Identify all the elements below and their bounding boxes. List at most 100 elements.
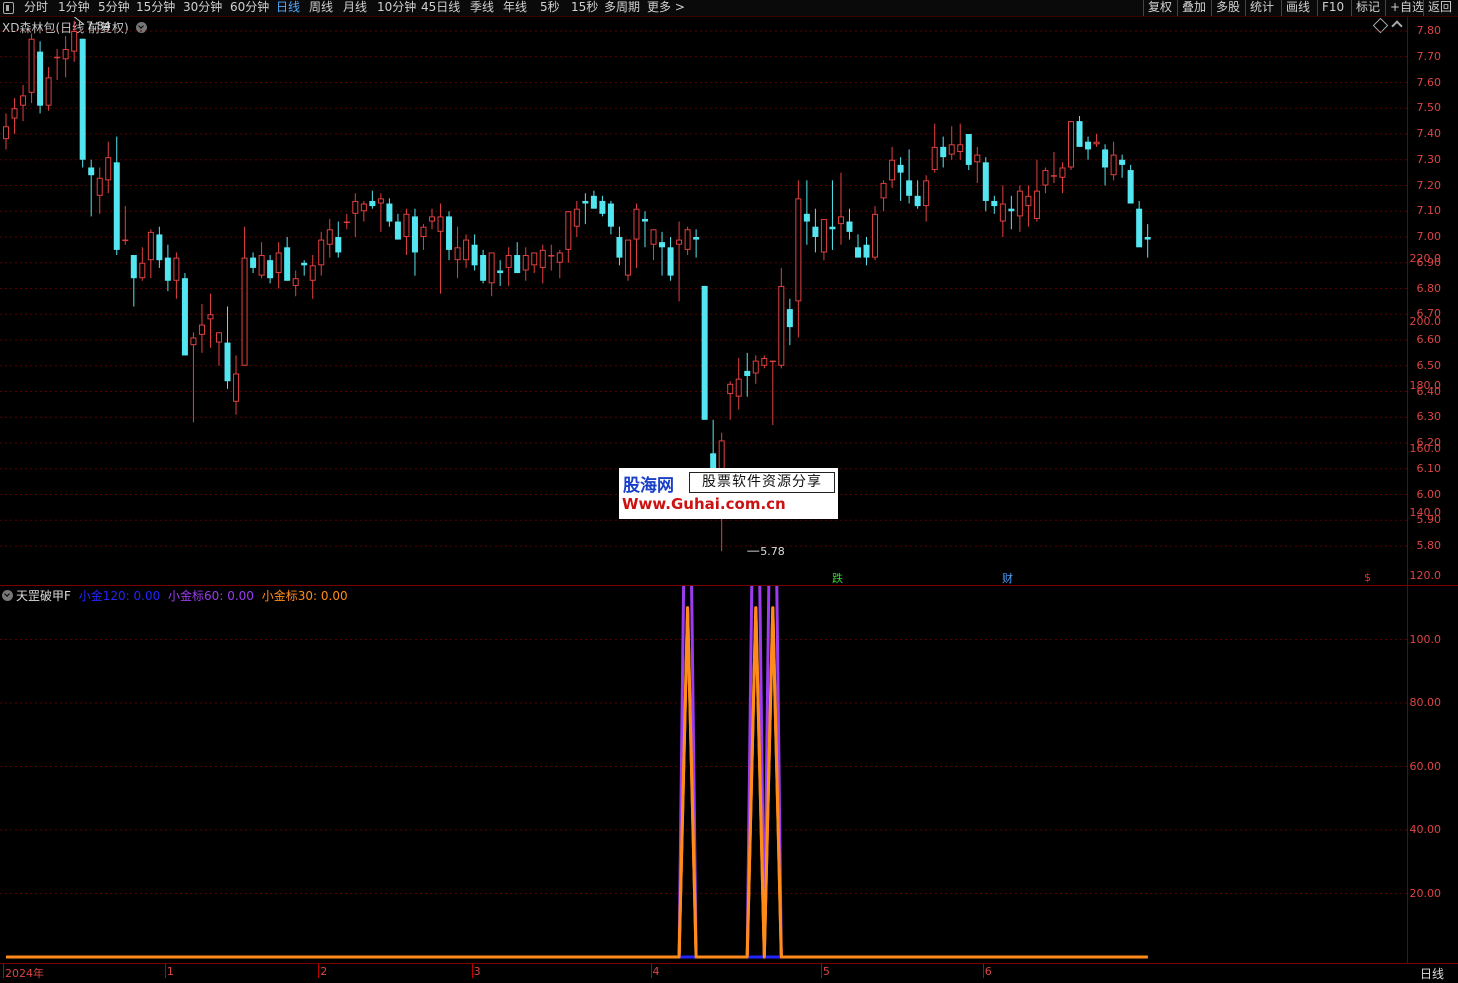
period-label[interactable]: 日线 bbox=[1420, 965, 1444, 982]
candle-body bbox=[318, 239, 325, 266]
candle-body bbox=[411, 216, 418, 253]
indicator-series-line-2-top bbox=[6, 606, 1148, 959]
candle-body bbox=[96, 177, 103, 196]
toolbar-button-4[interactable]: 画线 bbox=[1281, 0, 1314, 16]
candle-body bbox=[999, 203, 1006, 222]
date-tick bbox=[471, 964, 473, 978]
candle-body bbox=[275, 252, 282, 274]
toolbar-button-8[interactable]: 返回 bbox=[1423, 0, 1456, 16]
toolbar-button-3[interactable]: 统计 bbox=[1245, 0, 1278, 16]
date-label: 2024年 bbox=[5, 967, 44, 980]
candle-body bbox=[846, 221, 853, 232]
date-tick bbox=[650, 964, 652, 978]
tab-3[interactable]: 15分钟 bbox=[136, 0, 175, 16]
tab-4[interactable]: 30分钟 bbox=[183, 0, 222, 16]
candle-body bbox=[659, 242, 666, 248]
event-badge-dollar[interactable]: $ bbox=[1364, 571, 1371, 584]
candle-body bbox=[820, 218, 827, 253]
toolbar-button-6[interactable]: 标记 bbox=[1351, 0, 1384, 16]
tab-5[interactable]: 60分钟 bbox=[230, 0, 269, 16]
toolbar-button-7[interactable]: +自选 bbox=[1385, 0, 1428, 16]
tab-10[interactable]: 45日线 bbox=[421, 0, 460, 16]
candle-body bbox=[582, 200, 589, 204]
candle-body bbox=[667, 247, 674, 276]
indicator-series-line-2 bbox=[6, 606, 1148, 959]
high-price-label: 7.84 bbox=[86, 20, 111, 33]
candle-body bbox=[676, 239, 683, 245]
candle-body bbox=[556, 252, 563, 263]
candle-body bbox=[1008, 208, 1015, 212]
candle-body bbox=[309, 265, 316, 281]
toolbar-button-2[interactable]: 多股 bbox=[1211, 0, 1244, 16]
indicator-tick-label: 40.00 bbox=[1409, 823, 1442, 836]
tab-16[interactable]: 更多 > bbox=[647, 0, 685, 16]
price-tick-label: 6.60 bbox=[1416, 333, 1442, 346]
watermark-url: Www.Guhai.com.cn bbox=[622, 495, 786, 513]
candle-body bbox=[20, 95, 27, 106]
candle-body bbox=[812, 226, 819, 237]
tab-2[interactable]: 5分钟 bbox=[98, 0, 130, 16]
candle-body bbox=[982, 162, 989, 201]
candle-body bbox=[1059, 167, 1066, 178]
candle-body bbox=[837, 216, 844, 225]
candle-body bbox=[164, 257, 171, 281]
candle-body bbox=[786, 309, 793, 328]
date-label: 3 bbox=[473, 965, 481, 978]
tab-8[interactable]: 月线 bbox=[343, 0, 367, 16]
candle-body bbox=[642, 218, 648, 222]
toolbar-button-1[interactable]: 叠加 bbox=[1177, 0, 1210, 16]
candle-body bbox=[1085, 141, 1092, 150]
candle-body bbox=[906, 180, 913, 196]
candle-body bbox=[829, 226, 836, 230]
candle-body bbox=[88, 167, 95, 176]
candle-body bbox=[28, 38, 35, 93]
candle-body bbox=[79, 38, 86, 160]
indicator-tick-label: 120.0 bbox=[1409, 569, 1442, 582]
candle-body bbox=[480, 255, 487, 281]
indicator-chart[interactable] bbox=[0, 586, 1407, 963]
event-badge-cai[interactable]: 财 bbox=[1002, 570, 1013, 586]
high-marker-arrow bbox=[73, 17, 85, 26]
tab-9[interactable]: 10分钟 bbox=[377, 0, 416, 16]
candle-body bbox=[360, 203, 367, 212]
candle-body bbox=[684, 229, 691, 250]
tab-1[interactable]: 1分钟 bbox=[58, 0, 90, 16]
candle-body bbox=[37, 51, 44, 106]
price-tick-label: 7.10 bbox=[1416, 204, 1442, 218]
tab-14[interactable]: 15秒 bbox=[571, 0, 598, 16]
candle-body bbox=[386, 203, 393, 222]
candle-body bbox=[198, 324, 205, 335]
price-tick-label: 7.40 bbox=[1416, 127, 1442, 140]
price-tick-label: 7.00 bbox=[1416, 230, 1442, 243]
menu-icon[interactable] bbox=[3, 2, 14, 14]
candle-body bbox=[795, 198, 802, 302]
tab-6[interactable]: 日线 bbox=[276, 0, 300, 16]
price-tick-label: 7.70 bbox=[1416, 49, 1442, 63]
date-label: 1 bbox=[166, 965, 174, 978]
tab-11[interactable]: 季线 bbox=[470, 0, 494, 16]
candle-body bbox=[1127, 170, 1134, 204]
event-badge-die[interactable]: 跌 bbox=[832, 570, 843, 586]
candle-body bbox=[454, 247, 461, 261]
tab-15[interactable]: 多周期 bbox=[604, 0, 640, 16]
tab-7[interactable]: 周线 bbox=[309, 0, 333, 16]
candle-body bbox=[284, 247, 291, 281]
candle-body bbox=[914, 195, 921, 207]
candle-body bbox=[693, 237, 700, 240]
tab-13[interactable]: 5秒 bbox=[540, 0, 560, 16]
candle-body bbox=[446, 216, 453, 250]
candle-body bbox=[326, 229, 333, 245]
toolbar-button-5[interactable]: F10 bbox=[1317, 0, 1348, 16]
candle-body bbox=[1042, 170, 1049, 186]
price-tick-label: 7.80 bbox=[1416, 24, 1442, 37]
tab-0[interactable]: 分时 bbox=[24, 0, 48, 16]
indicator-tick-label: 100.0 bbox=[1409, 632, 1442, 646]
toolbar-button-0[interactable]: 复权 bbox=[1143, 0, 1176, 16]
candle-body bbox=[1016, 190, 1023, 217]
candle-body bbox=[590, 195, 597, 209]
price-tick-label: 7.60 bbox=[1416, 75, 1442, 89]
candle-body bbox=[897, 164, 904, 173]
date-tick bbox=[3, 964, 4, 978]
candle-body bbox=[761, 358, 768, 366]
tab-12[interactable]: 年线 bbox=[503, 0, 527, 16]
